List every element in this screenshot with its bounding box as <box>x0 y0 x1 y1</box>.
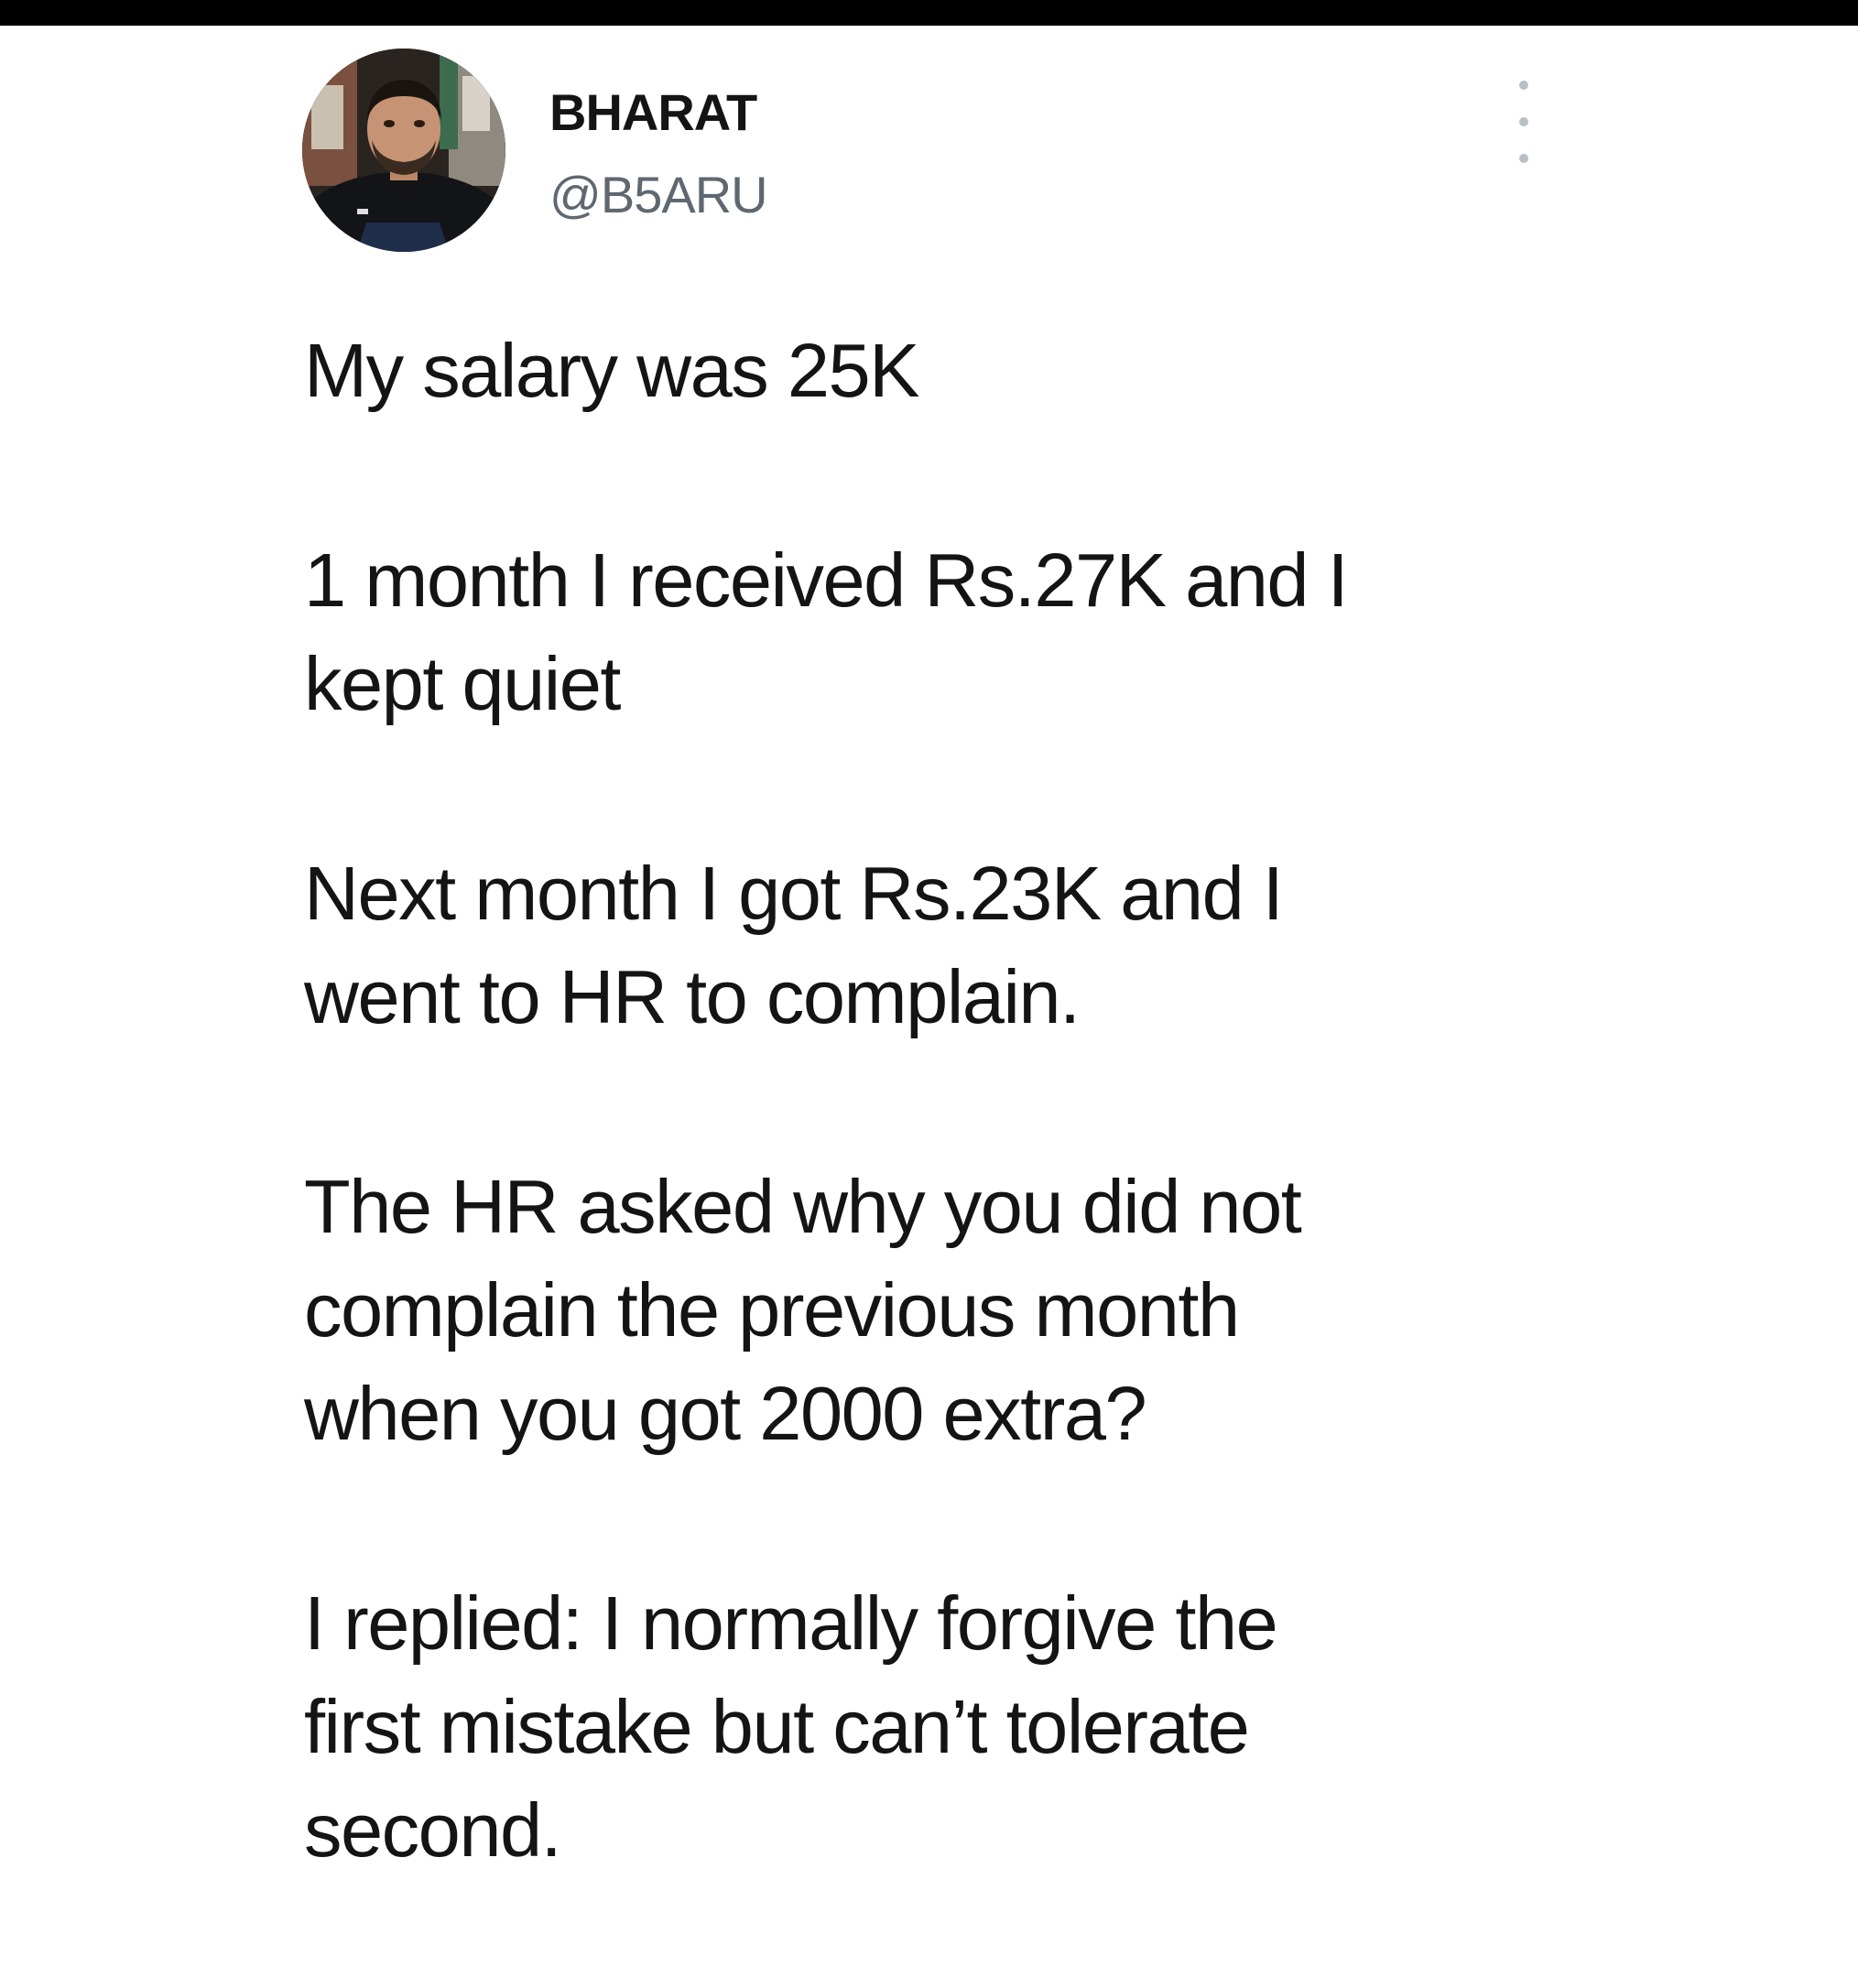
text-line: The HR asked why you did not <box>304 1164 1302 1249</box>
top-border <box>0 0 1858 26</box>
more-options-button[interactable] <box>1505 81 1542 163</box>
user-handle[interactable]: @B5ARU <box>549 165 768 224</box>
paragraph: 1 month I received Rs.27K and I kept qui… <box>304 528 1586 735</box>
text-line: kept quiet <box>304 641 621 726</box>
display-name[interactable]: BHARAT <box>549 82 757 142</box>
paragraph: My salary was 25K <box>304 319 1586 422</box>
paragraph: The HR asked why you did not complain th… <box>304 1155 1586 1465</box>
text-line: complain the previous month <box>304 1267 1240 1352</box>
text-line: I replied: I normally forgive the <box>304 1581 1278 1666</box>
tweet-card: BHARAT @B5ARU My salary was 25K 1 month … <box>0 26 1858 1875</box>
avatar[interactable] <box>302 49 505 252</box>
profile-photo-image <box>302 49 505 252</box>
text-line: Next month I got Rs.23K and I <box>304 851 1284 936</box>
paragraph: Next month I got Rs.23K and I went to HR… <box>304 842 1586 1048</box>
text-line: first mistake but can’t tolerate <box>304 1684 1250 1769</box>
tweet-text: My salary was 25K 1 month I received Rs.… <box>304 319 1586 1988</box>
text-line: when you got 2000 extra? <box>304 1371 1147 1456</box>
paragraph: I replied: I normally forgive the first … <box>304 1571 1586 1882</box>
text-line: second. <box>304 1787 562 1873</box>
vertical-ellipsis-icon <box>1519 81 1528 90</box>
text-line: went to HR to complain. <box>304 954 1081 1039</box>
text-line: 1 month I received Rs.27K and I <box>304 538 1349 623</box>
text-line: My salary was 25K <box>304 328 920 413</box>
